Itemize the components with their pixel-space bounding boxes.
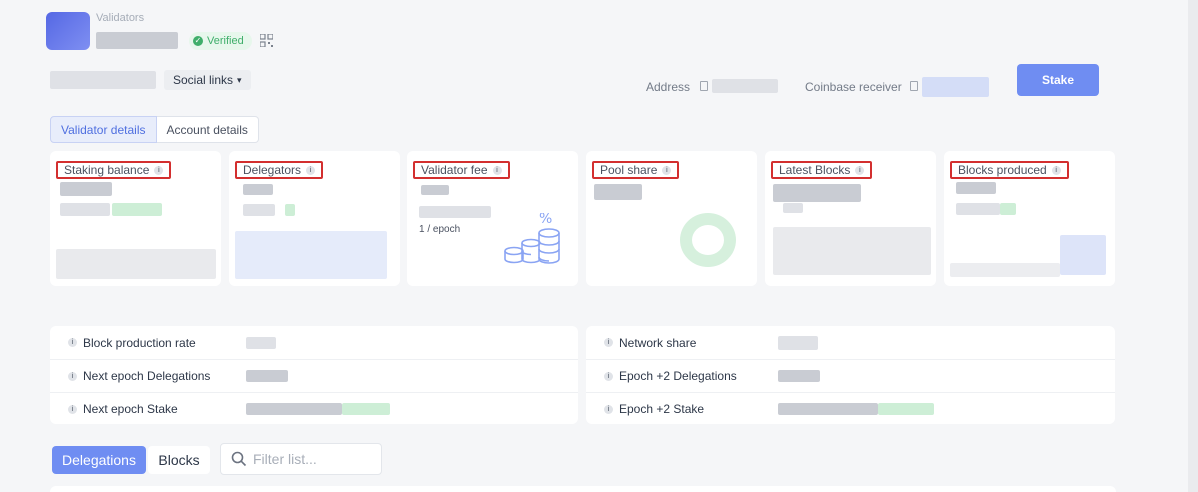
tab-validator-details[interactable]: Validator details — [50, 116, 157, 143]
info-icon: i — [68, 404, 77, 414]
sparkline-chart — [235, 231, 387, 279]
fee-unit: 1 / epoch — [419, 224, 461, 235]
card-pool-share: Pool share i — [586, 151, 757, 286]
coins-icon: % — [504, 213, 560, 264]
qr-code-icon[interactable] — [260, 34, 273, 47]
sparkline-chart — [1060, 235, 1106, 275]
validator-avatar — [46, 12, 90, 50]
info-icon: i — [1051, 165, 1061, 175]
info-icon: i — [154, 165, 164, 175]
address-value[interactable] — [712, 79, 778, 93]
detail-row: i Epoch +2 Delegations — [586, 359, 1115, 392]
info-icon: i — [604, 404, 613, 414]
card-staking-balance: Staking balance i — [50, 151, 221, 286]
info-icon: i — [492, 165, 502, 175]
coinbase-value[interactable] — [922, 77, 989, 97]
scrollbar[interactable] — [1188, 0, 1198, 492]
card-title: Validator fee i — [413, 161, 510, 179]
address-label: Address — [646, 80, 691, 94]
copy-icon[interactable] — [910, 81, 918, 91]
delegations-table — [50, 486, 1116, 492]
card-title: Staking balance i — [56, 161, 172, 179]
blocks-chart — [773, 227, 931, 275]
details-panel-right: i Network share i Epoch +2 Delegations i… — [586, 326, 1115, 424]
tab-blocks[interactable]: Blocks — [148, 446, 210, 474]
tab-account-details[interactable]: Account details — [156, 116, 259, 143]
card-title: Latest Blocks i — [771, 161, 873, 179]
details-panel-left: i Block production rate i Next epoch Del… — [50, 326, 578, 424]
detail-row: i Block production rate — [50, 326, 578, 359]
card-latest-blocks: Latest Blocks i — [765, 151, 936, 286]
detail-row: i Next epoch Delegations — [50, 359, 578, 392]
stake-button[interactable]: Stake — [1017, 64, 1099, 96]
filter-search-input[interactable]: Filter list... — [220, 443, 382, 475]
verified-badge: ✓ Verified — [189, 32, 252, 50]
sparkline-chart — [56, 249, 216, 279]
validator-meta — [50, 71, 156, 89]
masked-value — [773, 184, 861, 202]
masked-value — [594, 184, 642, 200]
card-validator-fee: Validator fee i 1 / epoch % — [407, 151, 578, 286]
info-icon: i — [662, 165, 672, 175]
search-icon — [231, 451, 247, 467]
card-title: Pool share i — [592, 161, 680, 179]
detail-row: i Network share — [586, 326, 1115, 359]
masked-value — [956, 182, 996, 194]
social-links-dropdown[interactable]: Social links ▾ — [164, 70, 251, 90]
copy-icon[interactable] — [700, 81, 708, 91]
info-icon: i — [604, 338, 613, 347]
card-blocks-produced: Blocks produced i — [944, 151, 1115, 286]
masked-value — [60, 182, 112, 196]
pie-chart — [680, 213, 736, 267]
validator-name — [96, 32, 178, 49]
svg-text:%: % — [539, 213, 552, 227]
breadcrumb[interactable]: Validators — [96, 12, 144, 24]
detail-tabs: Validator details Account details — [50, 116, 259, 143]
card-delegators: Delegators i — [229, 151, 400, 286]
check-icon: ✓ — [193, 36, 203, 46]
info-icon: i — [604, 371, 613, 381]
info-icon: i — [855, 165, 865, 175]
detail-row: i Next epoch Stake — [50, 392, 578, 425]
chevron-down-icon: ▾ — [237, 74, 242, 85]
card-title: Delegators i — [235, 161, 324, 179]
card-title: Blocks produced i — [950, 161, 1069, 179]
coinbase-label: Coinbase receiver — [805, 80, 902, 94]
info-icon: i — [68, 371, 77, 381]
masked-value — [421, 185, 449, 195]
info-icon: i — [68, 338, 77, 347]
tab-delegations[interactable]: Delegations — [52, 446, 146, 474]
masked-value — [243, 184, 273, 195]
detail-row: i Epoch +2 Stake — [586, 392, 1115, 425]
info-icon: i — [306, 165, 316, 175]
